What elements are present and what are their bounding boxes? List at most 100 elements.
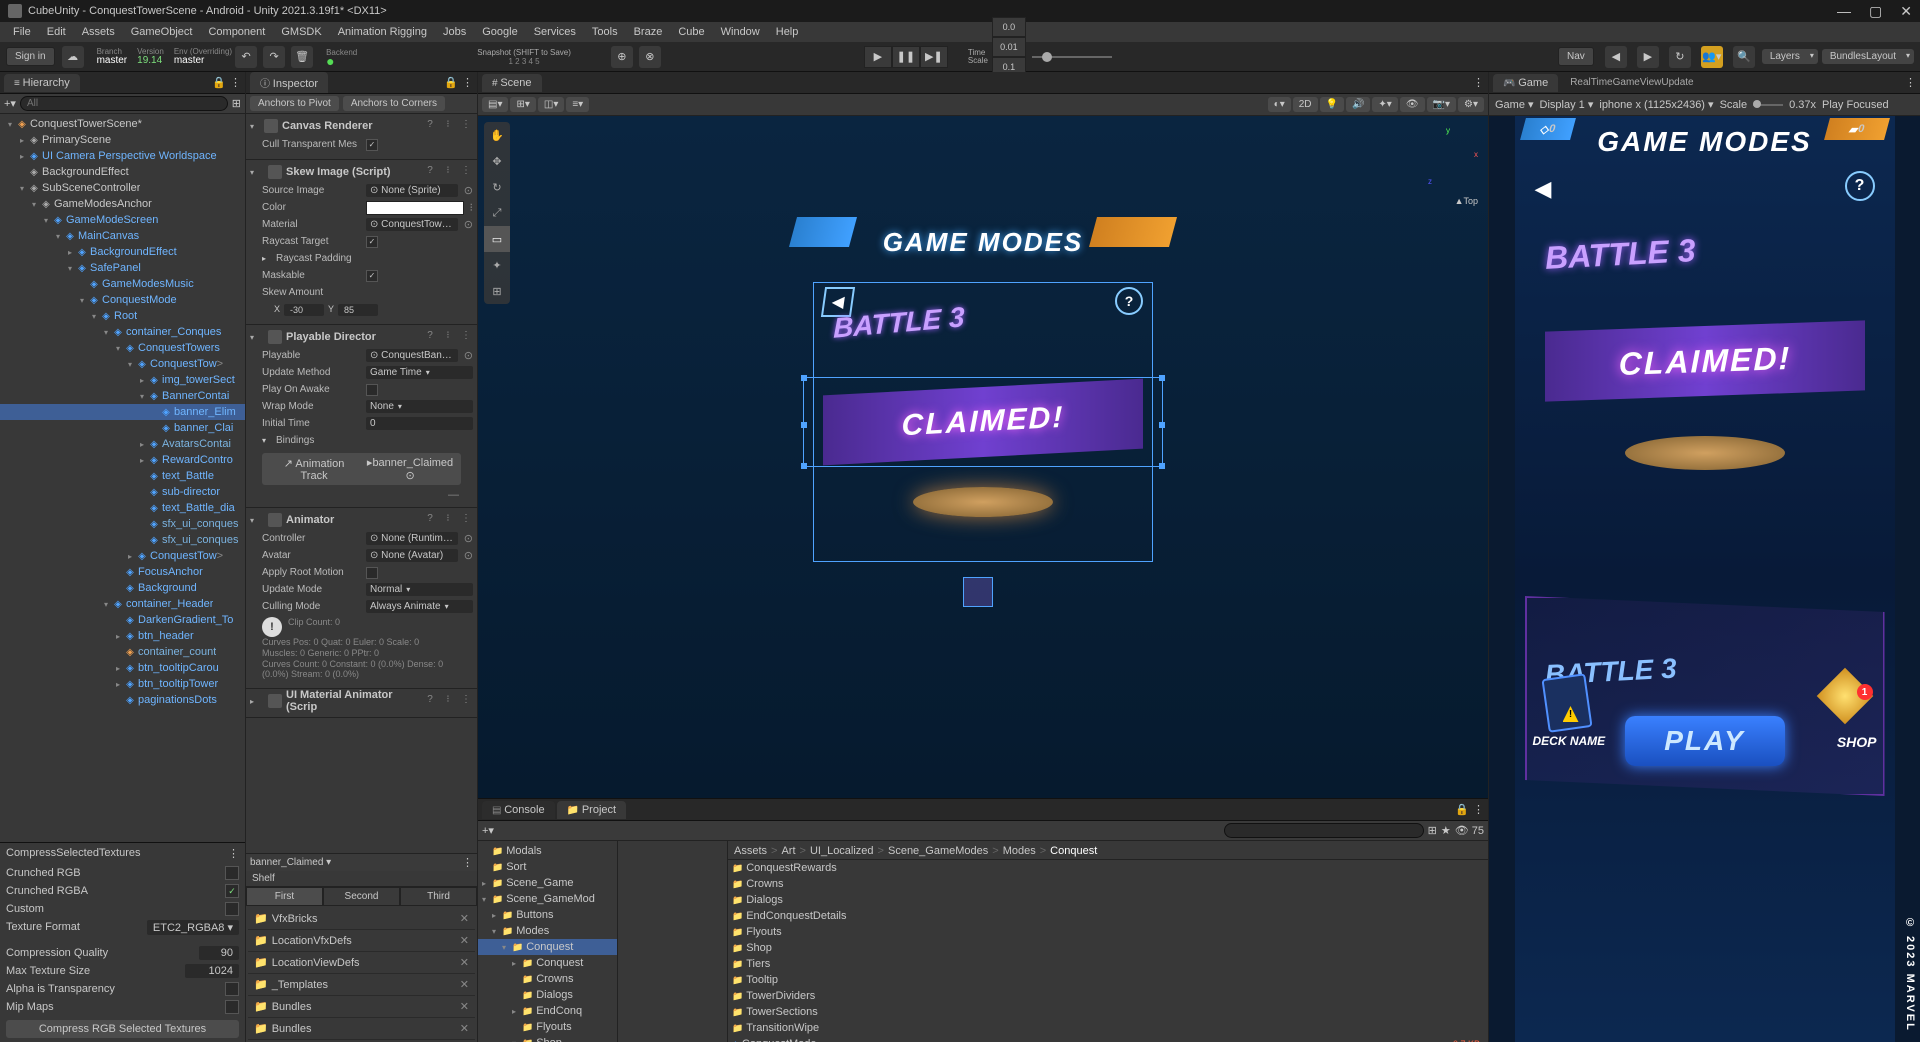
project-fav-icon[interactable]: ★ (1441, 824, 1451, 837)
maskable-checkbox[interactable] (366, 270, 378, 282)
play-on-awake-checkbox[interactable] (366, 384, 378, 396)
help-icon[interactable]: ? (423, 694, 437, 708)
hierarchy-item[interactable]: ◈sfx_ui_conques (0, 532, 245, 548)
hierarchy-item[interactable]: ◈paginationsDots (0, 692, 245, 708)
display-dropdown[interactable]: Display 1 ▾ (1540, 98, 1594, 111)
remove-icon[interactable]: ✕ (460, 978, 469, 991)
hierarchy-item[interactable]: ▾◈SubSceneController (0, 180, 245, 196)
menu-file[interactable]: File (6, 24, 38, 40)
scene-dropdown-2[interactable]: ⊞▾ (510, 97, 535, 112)
hierarchy-item[interactable]: ▸◈PrimaryScene (0, 132, 245, 148)
crunched-rgb-checkbox[interactable] (225, 866, 239, 880)
hierarchy-item[interactable]: ◈text_Battle_dia (0, 500, 245, 516)
hierarchy-menu-icon[interactable]: ⋮ (230, 76, 241, 89)
game-category-dropdown[interactable]: Game ▾ (1495, 98, 1534, 111)
cloud-icon[interactable]: ☁ (62, 46, 84, 68)
wrap-mode-dropdown[interactable]: None (366, 400, 473, 413)
fx-dropdown[interactable]: ✦▾ (1372, 97, 1397, 112)
orientation-gizmo[interactable]: x y z ▲Top (1418, 126, 1478, 186)
skew-y-field[interactable]: 85 (338, 304, 378, 316)
menu-icon[interactable]: ⋮ (459, 330, 473, 344)
project-item[interactable]: 📁TowerSections (728, 1004, 1488, 1020)
hierarchy-item[interactable]: ▾◈ConquestTow > (0, 356, 245, 372)
hierarchy-item[interactable]: ◈FocusAnchor (0, 564, 245, 580)
search-icon[interactable]: 🔍 (1733, 46, 1755, 68)
preset-icon[interactable]: ⁝ (441, 694, 455, 708)
hierarchy-item[interactable]: ▾◈ConquestTowers (0, 340, 245, 356)
play-button[interactable]: ▶ (864, 46, 892, 68)
transform-tool[interactable]: ✦ (484, 252, 510, 278)
project-folder[interactable]: 📁Crowns (478, 971, 617, 987)
hierarchy-item[interactable]: ◈banner_Elim (0, 404, 245, 420)
breadcrumb-segment[interactable]: Modes (1003, 845, 1036, 857)
source-image-field[interactable]: ⊙ None (Sprite) (366, 184, 458, 197)
project-folder[interactable]: ▸📁EndConq (478, 1003, 617, 1019)
anchors-to-corners-button[interactable]: Anchors to Corners (343, 96, 445, 111)
culling-mode-dropdown[interactable]: Always Animate (366, 600, 473, 613)
mipmaps-checkbox[interactable] (225, 1000, 239, 1014)
hierarchy-item[interactable]: ▾◈ConquestMode (0, 292, 245, 308)
hierarchy-item[interactable]: ◈sub-director (0, 484, 245, 500)
material-field[interactable]: ⊙ ConquestTower_B (366, 218, 458, 231)
project-item[interactable]: 📁TowerDividers (728, 988, 1488, 1004)
raycast-target-checkbox[interactable] (366, 236, 378, 248)
hierarchy-item[interactable]: ◈Background (0, 580, 245, 596)
hierarchy-item[interactable]: ▾◈container_Header (0, 596, 245, 612)
pause-button[interactable]: ❚❚ (892, 46, 920, 68)
inspector-menu-icon[interactable]: ⋮ (462, 76, 473, 89)
menu-assets[interactable]: Assets (75, 24, 122, 40)
playable-field[interactable]: ⊙ ConquestBanner_C (366, 349, 458, 362)
hierarchy-item[interactable]: ▸◈ConquestTow > (0, 548, 245, 564)
custom-tool[interactable]: ⊞ (484, 278, 510, 304)
signin-button[interactable]: Sign in (6, 47, 55, 66)
project-folder[interactable]: 📁Flyouts (478, 1019, 617, 1035)
menu-tools[interactable]: Tools (585, 24, 625, 40)
timescale-0.01[interactable]: 0.01 (992, 37, 1026, 57)
redo-icon[interactable]: ↷ (263, 46, 285, 68)
aspect-dropdown[interactable]: iphone x (1125x2436) ▾ (1599, 98, 1713, 111)
remove-icon[interactable]: ✕ (460, 1000, 469, 1013)
scale-slider[interactable] (1753, 104, 1783, 106)
alpha-transparency-checkbox[interactable] (225, 982, 239, 996)
scene-dropdown-4[interactable]: ≡▾ (566, 97, 589, 112)
menu-braze[interactable]: Braze (627, 24, 670, 40)
project-hidden-icon[interactable]: 👁 75 (1455, 824, 1484, 837)
2d-toggle[interactable]: 2D (1293, 97, 1318, 112)
hierarchy-item[interactable]: ▾◈BannerContai (0, 388, 245, 404)
shelf-item[interactable]: 📁Bundles✕ (248, 1018, 475, 1040)
menu-gameobject[interactable]: GameObject (124, 24, 200, 40)
shelf-tab-first[interactable]: First (246, 887, 323, 906)
remove-icon[interactable]: ✕ (460, 934, 469, 947)
visibility-icon[interactable]: 👁 (1400, 97, 1425, 112)
inspector-tab[interactable]: ⓘ Inspector (250, 72, 328, 93)
close-button[interactable]: ✕ (1900, 3, 1912, 20)
inspector-lock-icon[interactable]: 🔒 (444, 76, 458, 89)
menu-services[interactable]: Services (527, 24, 583, 40)
menu-google[interactable]: Google (475, 24, 524, 40)
preset-icon[interactable]: ⁝ (441, 513, 455, 527)
help-icon[interactable]: ? (423, 330, 437, 344)
hierarchy-item[interactable]: ◈banner_Clai (0, 420, 245, 436)
shading-dropdown[interactable]: ◐▾ (1268, 97, 1291, 112)
project-folder[interactable]: 📁Dialogs (478, 987, 617, 1003)
local-icon[interactable]: ⊗ (639, 46, 661, 68)
pivot-icon[interactable]: ⊕ (611, 46, 633, 68)
project-add-button[interactable]: +▾ (482, 824, 494, 837)
scene-tab[interactable]: # Scene (482, 74, 542, 92)
game-tab[interactable]: 🎮 Game (1493, 74, 1558, 92)
project-item[interactable]: 📁Tooltip (728, 972, 1488, 988)
project-tab[interactable]: 📁 Project (557, 801, 626, 819)
project-item[interactable]: 📁TransitionWipe (728, 1020, 1488, 1036)
camera-icon[interactable]: 📷▾ (1427, 97, 1456, 112)
project-item[interactable]: 📁EndConquestDetails (728, 908, 1488, 924)
hierarchy-item[interactable]: ▾◈GameModesAnchor (0, 196, 245, 212)
gizmo-top-label[interactable]: ▲Top (1455, 196, 1478, 206)
preset-icon[interactable]: ⁝ (441, 165, 455, 179)
project-folder[interactable]: ▾📁Modes (478, 923, 617, 939)
hierarchy-item[interactable]: ▸◈btn_tooltipTower (0, 676, 245, 692)
hierarchy-tree[interactable]: ▾◈ConquestTowerScene*▸◈PrimaryScene▸◈UI … (0, 114, 245, 842)
timescale-0.0[interactable]: 0.0 (992, 17, 1026, 37)
hierarchy-item[interactable]: ◈BackgroundEffect (0, 164, 245, 180)
project-folder[interactable]: 📁Sort (478, 859, 617, 875)
menu-window[interactable]: Window (714, 24, 767, 40)
